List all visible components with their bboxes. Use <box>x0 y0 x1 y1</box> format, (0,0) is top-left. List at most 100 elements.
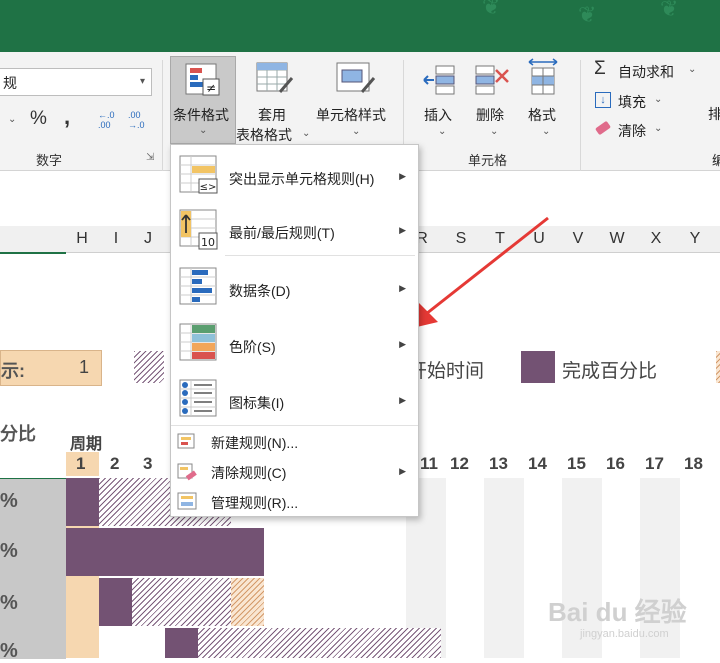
gantt-complete-bar <box>165 628 198 658</box>
fill-button[interactable]: ↓ 填充 ⌄ <box>592 90 682 112</box>
chevron-down-icon: ⌄ <box>654 94 663 105</box>
format-button[interactable]: 格式 ⌄ <box>518 56 568 142</box>
column-header[interactable]: J <box>136 230 160 248</box>
number-format-value: 规 <box>3 75 17 91</box>
highlight-period-cell[interactable]: 示: 1 <box>0 350 102 386</box>
submenu-arrow-icon: ▶ <box>399 225 406 235</box>
period-number: 15 <box>567 454 586 473</box>
table-format-icon <box>256 62 294 93</box>
menu-item-label: 清除规则(C) <box>211 465 287 481</box>
period-number: 12 <box>450 454 469 473</box>
eraser-icon <box>594 120 612 136</box>
menu-item-label: 突出显示单元格规则(H) <box>229 171 375 187</box>
menu-item-color-scales[interactable]: 色阶(S) ▶ <box>171 315 418 371</box>
chevron-down-icon: ⌄ <box>490 126 499 137</box>
submenu-arrow-icon: ▶ <box>399 466 406 476</box>
column-header-selected <box>0 226 66 254</box>
increase-decimal-button[interactable]: ←.0 .00 <box>98 110 115 130</box>
conditional-format-icon: ≠ <box>185 63 220 96</box>
chevron-down-icon[interactable]: ⌄ <box>8 114 16 125</box>
chevron-down-icon: ⌄ <box>654 123 663 134</box>
chevron-down-icon: ⌄ <box>199 125 208 136</box>
cell-style-button[interactable]: 单元格样式 ⌄ <box>312 56 398 142</box>
legend-start-label: 开始时间 <box>408 361 485 382</box>
cell-style-label: 单元格样式 <box>316 107 386 123</box>
submenu-arrow-icon: ▶ <box>399 395 406 405</box>
menu-item-top-bottom-rules[interactable]: 10 最前/最后规则(T) ▶ <box>171 203 418 259</box>
insert-button[interactable]: 插入 ⌄ <box>414 56 464 142</box>
number-group-label: 数字 <box>36 153 63 168</box>
gantt-complete-bar <box>66 478 99 526</box>
period-number: 11 <box>420 454 438 473</box>
legend-extra-swatch <box>716 351 720 383</box>
column-header[interactable]: H <box>70 230 94 248</box>
title-bar: ❦ ❦ ❦ <box>0 0 720 52</box>
color-scales-icon <box>179 323 217 361</box>
menu-item-data-bars[interactable]: 数据条(D) ▶ <box>171 259 418 315</box>
legend-complete-label: 完成百分比 <box>562 361 658 382</box>
column-header[interactable]: X <box>644 230 668 248</box>
column-header[interactable]: V <box>566 230 590 248</box>
chevron-down-icon: ▾ <box>139 76 145 87</box>
menu-item-highlight-rules[interactable]: ≤> 突出显示单元格规则(H) ▶ <box>171 147 418 203</box>
clear-label: 清除 <box>618 123 646 139</box>
comma-button[interactable]: , <box>64 104 70 130</box>
period-number: 14 <box>528 454 547 473</box>
chevron-down-icon: ⌄ <box>688 64 697 75</box>
format-cells-icon <box>528 58 558 95</box>
sigma-icon: Σ <box>594 58 606 79</box>
menu-item-label: 色阶(S) <box>229 339 276 355</box>
watermark-logo: Bai du 经验 <box>548 597 687 627</box>
legend-complete-swatch <box>521 351 555 383</box>
chevron-down-icon: ⌄ <box>352 126 361 137</box>
fill-label: 填充 <box>618 94 646 110</box>
gantt-complete-bar <box>99 578 132 626</box>
number-format-combo[interactable]: 规 ▾ <box>0 68 152 96</box>
highlight-label: 示: <box>1 361 25 381</box>
column-header[interactable]: W <box>605 230 629 248</box>
format-label: 格式 <box>528 107 556 123</box>
autosum-button[interactable]: Σ 自动求和 ⌄ <box>592 58 702 82</box>
period-label: 周期 <box>70 436 103 453</box>
percent-symbol: % <box>0 640 18 662</box>
menu-item-clear-rules[interactable]: 清除规则(C) ▶ <box>171 457 418 485</box>
period-number: 17 <box>645 454 664 473</box>
period-number: 2 <box>110 454 120 473</box>
menu-item-new-rule[interactable]: 新建规则(N)... <box>171 427 418 455</box>
conditional-format-menu: ≤> 突出显示单元格规则(H) ▶ 10 最前/最后规则(T) ▶ 数据条(D)… <box>170 144 419 517</box>
svg-text:≠: ≠ <box>206 81 216 95</box>
period-number: 18 <box>684 454 703 473</box>
highlight-value: 1 <box>79 357 90 377</box>
period-number: 16 <box>606 454 625 473</box>
decorative-bird-icon: ❦ <box>482 0 501 19</box>
submenu-arrow-icon: ▶ <box>399 171 406 181</box>
table-format-label-1: 套用 <box>258 107 286 123</box>
conditional-format-button[interactable]: ≠ 条件格式 ⌄ <box>170 56 236 144</box>
submenu-arrow-icon: ▶ <box>399 283 406 293</box>
column-header[interactable]: I <box>104 230 128 248</box>
gantt-extra-bar <box>231 578 264 626</box>
dialog-launcher-icon[interactable]: ⇲ <box>146 152 154 163</box>
data-bars-icon <box>179 267 217 305</box>
gantt-plan-bar <box>132 578 231 626</box>
table-format-button[interactable]: 套用 表格格式 ⌄ <box>236 56 311 143</box>
cells-group-label: 单元格 <box>468 153 508 168</box>
menu-item-manage-rules[interactable]: 管理规则(R)... <box>171 487 418 515</box>
cell-style-icon <box>336 62 376 93</box>
menu-item-label: 图标集(I) <box>229 395 285 411</box>
left-column-label: 分比 <box>0 424 36 444</box>
highlight-rules-icon: ≤> <box>179 155 218 194</box>
chevron-down-icon: ⌄ <box>438 126 447 137</box>
legend-plan-swatch <box>134 351 164 383</box>
svg-text:10: 10 <box>201 236 215 249</box>
decrease-decimal-button[interactable]: .00 →.0 <box>128 110 145 130</box>
percent-button[interactable]: % <box>30 108 47 130</box>
menu-item-label: 数据条(D) <box>229 283 291 299</box>
clear-button[interactable]: 清除 ⌄ <box>592 119 682 141</box>
menu-item-label: 最前/最后规则(T) <box>229 225 335 241</box>
sort-filter-label-partial[interactable]: 排 <box>708 104 720 124</box>
column-header[interactable]: Y <box>683 230 707 248</box>
delete-button[interactable]: 删除 ⌄ <box>466 56 516 142</box>
menu-item-icon-sets[interactable]: 图标集(I) ▶ <box>171 371 418 427</box>
chevron-down-icon: ⌄ <box>302 128 311 139</box>
